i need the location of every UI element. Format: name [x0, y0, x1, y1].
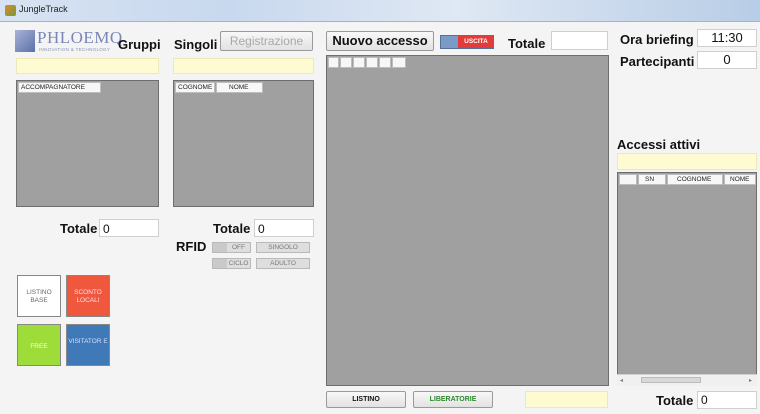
tile-listino-base[interactable]: LISTINO BASE [17, 275, 61, 317]
scroll-thumb[interactable] [641, 377, 701, 383]
title-bar: JungleTrack [0, 0, 760, 22]
rfid-off-toggle[interactable]: OFF [212, 242, 251, 253]
liberatorie-button[interactable]: LIBERATORIE [413, 391, 493, 408]
active-column-name[interactable]: NOME [724, 174, 756, 185]
active-accesses-grid[interactable]: SN COGNOME NOME [617, 172, 757, 386]
singles-column-name[interactable]: NOME [216, 82, 263, 93]
center-total-field[interactable] [551, 31, 608, 50]
active-grid-header-blank[interactable] [619, 174, 637, 185]
logo: PHLOEMQ INNOVATION & TECHNOLOGY [15, 28, 122, 56]
center-total-label: Totale [508, 36, 546, 51]
logo-tagline: INNOVATION & TECHNOLOGY [39, 47, 111, 52]
groups-total-label: Totale [60, 221, 98, 236]
active-total-label: Totale [656, 393, 694, 408]
singles-grid[interactable]: COGNOME NOME [173, 80, 314, 207]
access-grid-header-cell[interactable] [366, 57, 378, 68]
briefing-label: Ora briefing [620, 32, 694, 47]
access-grid-header-cell[interactable] [379, 57, 391, 68]
singles-search-field[interactable] [173, 58, 314, 74]
listino-button[interactable]: LISTINO [326, 391, 406, 408]
rfid-cycle-toggle[interactable]: CICLO [212, 258, 251, 269]
access-grid[interactable] [326, 55, 609, 386]
access-grid-header-cell[interactable] [353, 57, 365, 68]
tile-visitatore[interactable]: VISITATOR E [66, 324, 110, 366]
access-grid-header-cell[interactable] [328, 57, 339, 68]
groups-total-field[interactable]: 0 [99, 219, 159, 237]
exit-toggle-label: USCITA [458, 36, 494, 48]
singles-column-surname[interactable]: COGNOME [175, 82, 215, 93]
new-access-button[interactable]: Nuovo accesso [326, 31, 434, 51]
singles-total-label: Totale [213, 221, 251, 236]
toggle-knob [213, 259, 227, 268]
tile-sconto-locali[interactable]: SCONTO LOCALI [66, 275, 110, 317]
active-column-sn[interactable]: SN [638, 174, 666, 185]
groups-title: Gruppi [118, 37, 161, 52]
app-icon [5, 5, 16, 16]
active-accesses-title: Accessi attivi [617, 137, 701, 152]
tile-free[interactable]: FREE [17, 324, 61, 366]
singles-total-field[interactable]: 0 [254, 219, 314, 237]
participants-field[interactable]: 0 [697, 51, 757, 69]
logo-mark [15, 30, 35, 52]
logo-brand: PHLOEMQ [37, 28, 123, 47]
toggle-knob [213, 243, 227, 252]
rfid-single-toggle[interactable]: SINGOLO [256, 242, 310, 253]
active-column-surname[interactable]: COGNOME [667, 174, 723, 185]
center-status-field[interactable] [525, 391, 608, 408]
active-total-field[interactable]: 0 [697, 391, 757, 409]
scroll-right-icon[interactable]: ▸ [749, 377, 752, 384]
rfid-label: RFID [176, 239, 207, 254]
access-grid-header-cell[interactable] [392, 57, 406, 68]
register-button[interactable]: Registrazione [220, 31, 313, 51]
access-grid-header-cell[interactable] [340, 57, 352, 68]
active-search-field[interactable] [617, 153, 757, 170]
groups-column-header[interactable]: ACCOMPAGNATORE [18, 82, 101, 93]
exit-toggle[interactable]: USCITA [440, 35, 494, 49]
groups-search-field[interactable] [16, 58, 159, 74]
window-title: JungleTrack [19, 4, 68, 14]
active-grid-scrollbar[interactable]: ◂ ▸ [617, 374, 757, 386]
briefing-time-field[interactable]: 11:30 [697, 29, 757, 47]
rfid-adult-toggle[interactable]: ADULTO [256, 258, 310, 269]
groups-grid[interactable]: ACCOMPAGNATORE [16, 80, 159, 207]
participants-label: Partecipanti [620, 54, 695, 69]
singles-title: Singoli [174, 37, 218, 52]
scroll-left-icon[interactable]: ◂ [620, 377, 623, 384]
